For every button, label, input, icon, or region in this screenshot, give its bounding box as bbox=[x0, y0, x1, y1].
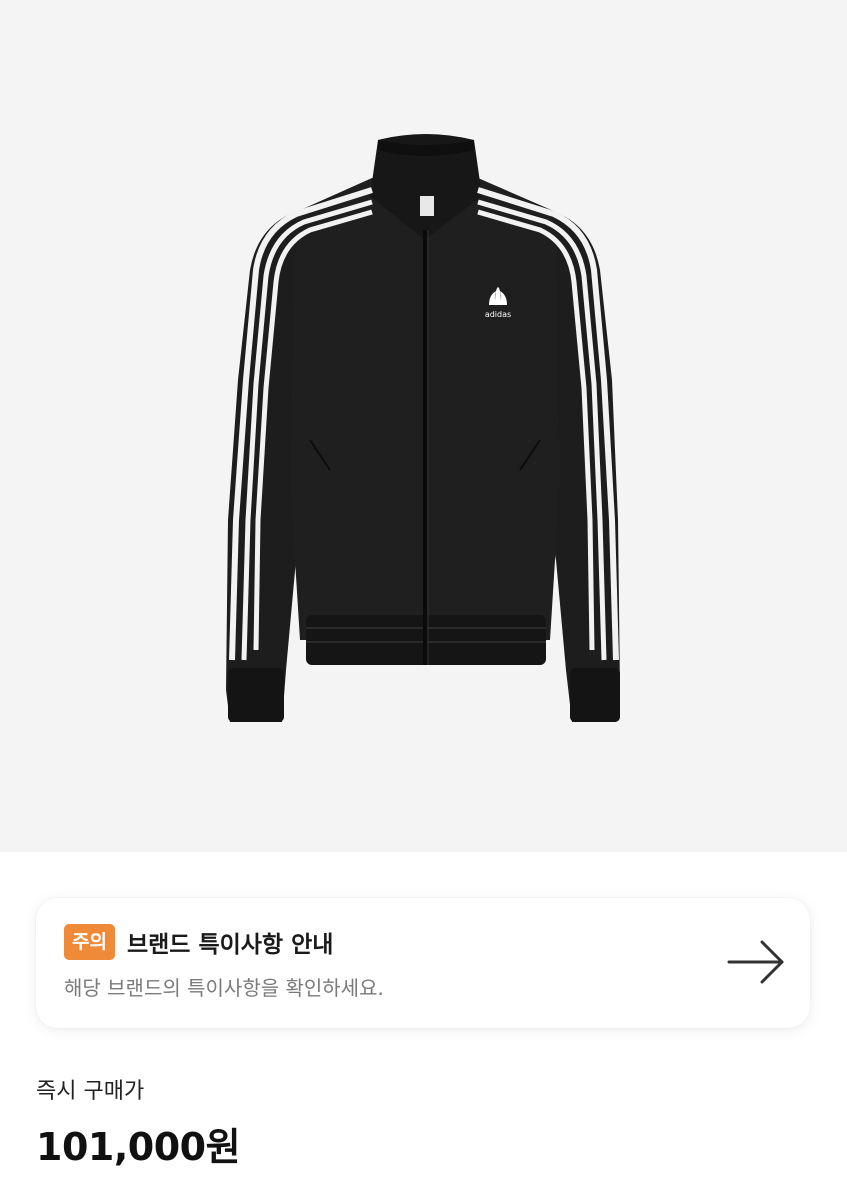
caution-badge: 주의 bbox=[64, 924, 115, 960]
product-image[interactable]: adidas bbox=[0, 0, 847, 852]
instant-buy-price: 101,000원 bbox=[36, 1125, 241, 1169]
arrow-right-icon[interactable] bbox=[726, 936, 786, 988]
product-image-area[interactable]: adidas bbox=[0, 0, 847, 852]
notice-title: 브랜드 특이사항 안내 bbox=[126, 932, 334, 958]
brand-notice-card[interactable]: 주의 브랜드 특이사항 안내 해당 브랜드의 특이사항을 확인하세요. bbox=[36, 898, 810, 1028]
product-page: adidas 주의 브랜드 특이사항 안내 해당 브랜드의 특이사항을 확인하세… bbox=[0, 0, 847, 1200]
notice-subtitle: 해당 브랜드의 특이사항을 확인하세요. bbox=[64, 976, 384, 1000]
notice-header: 주의 브랜드 특이사항 안내 bbox=[64, 924, 333, 960]
instant-buy-price-label: 즉시 구매가 bbox=[36, 1079, 145, 1104]
jacket-illustration: adidas bbox=[226, 134, 620, 722]
svg-text:adidas: adidas bbox=[485, 310, 511, 319]
